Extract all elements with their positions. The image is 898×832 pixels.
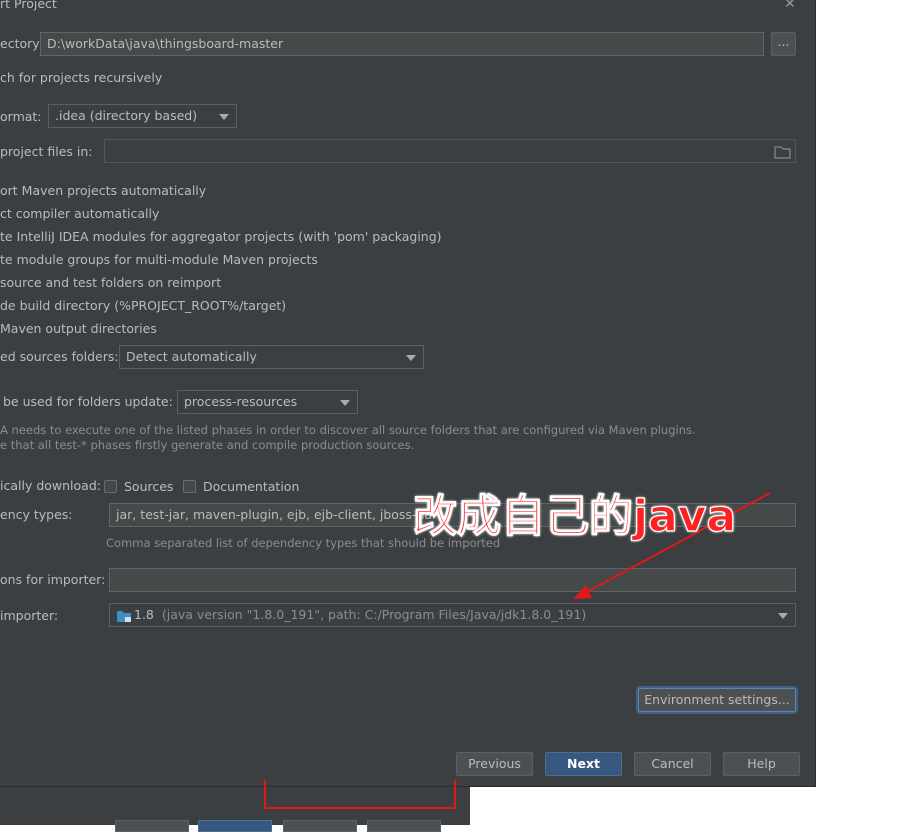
generated-sources-label: ed sources folders:: [0, 349, 119, 364]
option-keep-source-folders[interactable]: source and test folders on reimport: [0, 275, 221, 290]
documentation-label[interactable]: Documentation: [203, 479, 299, 494]
generated-sources-value: Detect automatically: [126, 349, 257, 364]
sources-label[interactable]: Sources: [124, 479, 173, 494]
background-button: [198, 820, 272, 832]
background-button: [115, 820, 189, 832]
next-button[interactable]: Next: [545, 752, 622, 776]
option-maven-output-dirs[interactable]: Maven output directories: [0, 321, 157, 336]
phase-value: process-resources: [184, 394, 298, 409]
background-button: [367, 820, 441, 832]
project-format-label: ormat:: [0, 109, 42, 124]
chevron-down-icon: [778, 613, 788, 619]
keep-project-files-label: project files in:: [0, 144, 93, 159]
jdk-detail: (java version "1.8.0_191", path: C:/Prog…: [161, 607, 587, 622]
project-format-select[interactable]: .idea (directory based): [48, 104, 237, 128]
background-button: [283, 820, 357, 832]
chevron-down-icon: [219, 114, 229, 120]
option-detect-compiler[interactable]: ct compiler automatically: [0, 206, 159, 221]
cancel-button[interactable]: Cancel: [634, 752, 711, 776]
browse-button[interactable]: ...: [771, 32, 796, 56]
jdk-importer-label: importer:: [0, 608, 59, 623]
background-window-strip: [0, 787, 470, 832]
option-create-modules-aggregator[interactable]: te IntelliJ IDEA modules for aggregator …: [0, 229, 442, 244]
import-project-dialog: rt Project ✕ ectory D:\workData\java\thi…: [0, 0, 816, 787]
sources-checkbox[interactable]: [104, 480, 117, 493]
vm-options-label: ons for importer:: [0, 572, 106, 587]
chevron-down-icon: [340, 400, 350, 406]
dependency-types-label: ency types:: [0, 507, 73, 522]
root-directory-label: ectory: [0, 36, 40, 51]
auto-download-label: ically download:: [0, 478, 101, 493]
option-import-auto[interactable]: ort Maven projects automatically: [0, 183, 206, 198]
phase-label: be used for folders update:: [3, 394, 173, 409]
help-button[interactable]: Help: [723, 752, 800, 776]
annotation-text: 改成自己的java: [412, 490, 737, 542]
chevron-down-icon: [406, 355, 416, 361]
close-icon[interactable]: ✕: [784, 0, 796, 12]
option-exclude-build-dir[interactable]: de build directory (%PROJECT_ROOT%/targe…: [0, 298, 286, 313]
jdk-importer-select[interactable]: 1.8 (java version "1.8.0_191", path: C:/…: [109, 603, 796, 627]
phase-hint-line-1: A needs to execute one of the listed pha…: [0, 423, 696, 437]
root-directory-input[interactable]: D:\workData\java\thingsboard-master: [40, 32, 764, 56]
vm-options-input[interactable]: [109, 568, 796, 592]
project-format-value: .idea (directory based): [55, 108, 198, 123]
jdk-icon: [117, 611, 131, 622]
documentation-checkbox[interactable]: [183, 480, 196, 493]
option-create-module-groups[interactable]: te module groups for multi-module Maven …: [0, 252, 318, 267]
keep-project-files-input[interactable]: [104, 139, 796, 163]
phase-hint-line-2: e that all test-* phases firstly generat…: [0, 438, 415, 452]
environment-settings-button[interactable]: Environment settings...: [638, 688, 796, 712]
dialog-title: rt Project: [0, 0, 57, 11]
jdk-version: 1.8: [134, 607, 154, 622]
previous-button[interactable]: Previous: [456, 752, 533, 776]
phase-select[interactable]: process-resources: [177, 390, 358, 414]
generated-sources-select[interactable]: Detect automatically: [119, 345, 424, 369]
search-recursive-label[interactable]: ch for projects recursively: [0, 70, 162, 85]
